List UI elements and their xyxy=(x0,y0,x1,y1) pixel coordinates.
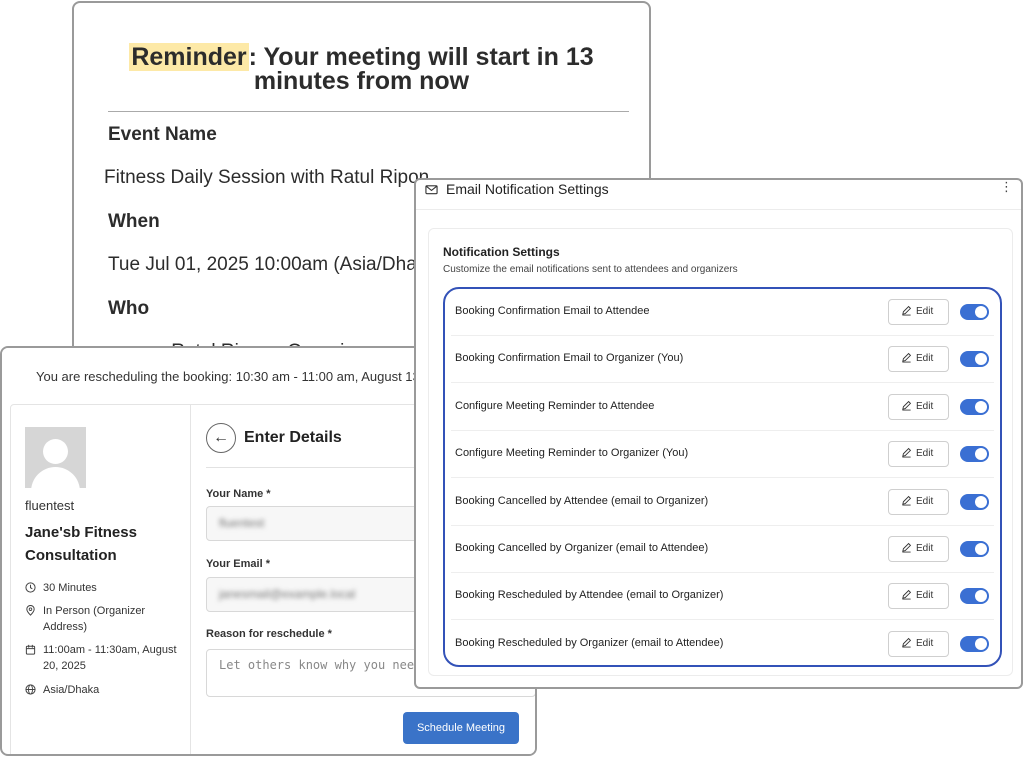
datetime-text: 11:00am - 11:30am, August 20, 2025 xyxy=(43,644,177,672)
notification-label: Booking Cancelled by Organizer (email to… xyxy=(455,542,709,554)
notification-toggle[interactable] xyxy=(960,541,989,557)
event-title: Jane'sb Fitness Consultation xyxy=(25,524,137,564)
edit-label: Edit xyxy=(916,353,934,364)
pencil-icon xyxy=(901,586,912,600)
notification-row: Configure Meeting Reminder to Attendee Ed… xyxy=(451,384,994,431)
host-name: fluentest xyxy=(25,498,75,513)
notification-toggle[interactable] xyxy=(960,351,989,367)
back-button[interactable]: ← xyxy=(206,423,236,453)
panel-title: Notification Settings xyxy=(443,245,560,259)
edit-button[interactable]: Edit xyxy=(888,346,949,372)
notification-toggle[interactable] xyxy=(960,399,989,415)
notification-row: Booking Rescheduled by Organizer (email … xyxy=(451,621,994,665)
notification-toggle[interactable] xyxy=(960,304,989,320)
window-title: Email Notification Settings xyxy=(446,181,609,197)
pencil-icon xyxy=(901,492,912,506)
location-row: In Person (Organizer Address) xyxy=(25,603,183,635)
more-options-icon[interactable]: ⋮ xyxy=(1000,180,1013,194)
notification-label: Configure Meeting Reminder to Organizer … xyxy=(455,447,689,459)
event-name-label: Event Name xyxy=(108,124,217,145)
notification-label: Configure Meeting Reminder to Attendee xyxy=(455,400,655,412)
pencil-icon xyxy=(901,444,912,458)
email-label: Your Email * xyxy=(206,558,270,570)
pencil-icon xyxy=(901,634,912,648)
reason-label: Reason for reschedule * xyxy=(206,628,332,640)
calendar-icon xyxy=(25,642,43,674)
notification-toggle[interactable] xyxy=(960,494,989,510)
email-value: janesmail@example.local xyxy=(219,587,356,601)
notification-label: Booking Cancelled by Attendee (email to … xyxy=(455,495,709,507)
duration-text: 30 Minutes xyxy=(43,582,97,594)
notification-row: Booking Confirmation Email to Organizer … xyxy=(451,336,994,383)
notification-label: Booking Confirmation Email to Attendee xyxy=(455,305,650,317)
notification-row: Configure Meeting Reminder to Organizer … xyxy=(451,431,994,478)
timezone-text: Asia/Dhaka xyxy=(43,684,100,696)
edit-button[interactable]: Edit xyxy=(888,394,949,420)
datetime-row: 11:00am - 11:30am, August 20, 2025 xyxy=(25,642,183,674)
notification-row: Booking Cancelled by Attendee (email to … xyxy=(451,479,994,526)
name-value: fluentest xyxy=(219,516,265,530)
headline-highlight: Reminder xyxy=(129,43,249,71)
notification-label: Booking Rescheduled by Organizer (email … xyxy=(455,637,724,649)
notification-label: Booking Rescheduled by Attendee (email t… xyxy=(455,589,724,601)
notification-row: Booking Cancelled by Organizer (email to… xyxy=(451,526,994,573)
edit-label: Edit xyxy=(916,638,934,649)
clock-icon xyxy=(25,580,43,598)
form-title: Enter Details xyxy=(244,429,342,446)
edit-label: Edit xyxy=(916,401,934,412)
event-summary-panel: fluentest Jane'sb Fitness Consultation 3… xyxy=(11,405,191,754)
notification-row: Booking Rescheduled by Attendee (email t… xyxy=(451,573,994,620)
who-label: Who xyxy=(108,298,150,319)
notification-toggle[interactable] xyxy=(960,588,989,604)
edit-label: Edit xyxy=(916,590,934,601)
edit-button[interactable]: Edit xyxy=(888,441,949,467)
email-headline: Reminder: Your meeting will start in 13 … xyxy=(74,43,649,95)
notification-row: Booking Confirmation Email to Attendee Ed… xyxy=(451,289,994,336)
edit-button[interactable]: Edit xyxy=(888,583,949,609)
window-header: Email Notification Settings ⋮ xyxy=(416,180,1021,210)
pencil-icon xyxy=(901,349,912,363)
headline-text-line2: minutes from now xyxy=(253,67,470,95)
name-label: Your Name * xyxy=(206,488,271,500)
when-value: Tue Jul 01, 2025 10:00am (Asia/Dhaka) xyxy=(108,254,444,275)
timezone-row: Asia/Dhaka xyxy=(25,682,183,700)
notification-toggle[interactable] xyxy=(960,446,989,462)
location-pin-icon xyxy=(25,603,43,635)
edit-button[interactable]: Edit xyxy=(888,536,949,562)
edit-button[interactable]: Edit xyxy=(888,299,949,325)
duration-row: 30 Minutes xyxy=(25,580,183,598)
edit-button[interactable]: Edit xyxy=(888,489,949,515)
notification-settings-panel: Notification Settings Customize the emai… xyxy=(428,228,1013,676)
edit-label: Edit xyxy=(916,448,934,459)
panel-subtitle: Customize the email notifications sent t… xyxy=(443,264,738,275)
location-text: In Person (Organizer Address) xyxy=(43,605,146,633)
notification-label: Booking Confirmation Email to Organizer … xyxy=(455,352,684,364)
edit-button[interactable]: Edit xyxy=(888,631,949,657)
edit-label: Edit xyxy=(916,543,934,554)
edit-label: Edit xyxy=(916,306,934,317)
notification-list: Booking Confirmation Email to Attendee Ed… xyxy=(443,287,1002,667)
when-label: When xyxy=(108,211,160,232)
edit-label: Edit xyxy=(916,496,934,507)
email-divider xyxy=(108,111,629,112)
globe-icon xyxy=(25,682,43,700)
arrow-left-icon: ← xyxy=(213,429,229,446)
pencil-icon xyxy=(901,302,912,316)
notification-settings-window: Email Notification Settings ⋮ Notificati… xyxy=(414,178,1023,689)
schedule-meeting-button[interactable]: Schedule Meeting xyxy=(403,712,519,744)
envelope-icon xyxy=(425,183,439,197)
event-name-value: Fitness Daily Session with Ratul Ripon xyxy=(104,167,430,188)
pencil-icon xyxy=(901,539,912,553)
avatar xyxy=(25,427,86,488)
pencil-icon xyxy=(901,397,912,411)
notification-toggle[interactable] xyxy=(960,636,989,652)
